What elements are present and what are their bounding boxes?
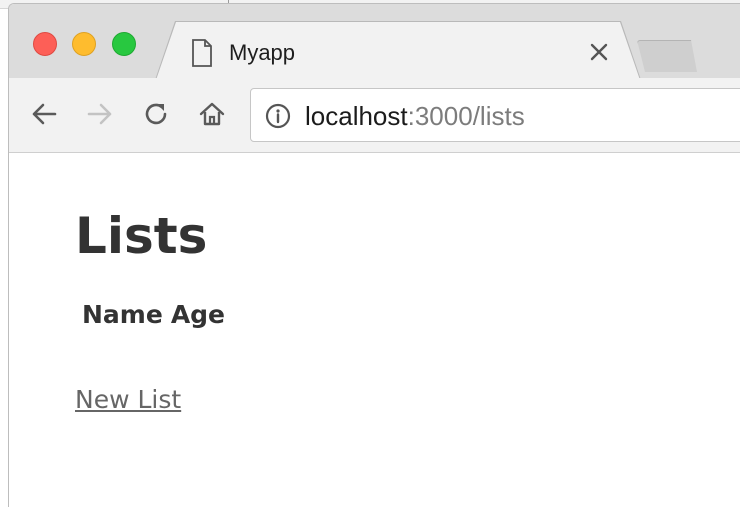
url-text[interactable]: localhost:3000/lists [305, 101, 525, 132]
close-window-button[interactable] [33, 32, 57, 56]
zoom-window-button[interactable] [112, 32, 136, 56]
reload-icon[interactable] [141, 99, 171, 129]
browser-window: Myapp localhost:3000/lists Lists Name Ag… [8, 3, 740, 507]
new-list-link[interactable]: New List [75, 385, 181, 414]
table-header: Name Age [82, 300, 233, 329]
minimize-window-button[interactable] [72, 32, 96, 56]
tab-title: Myapp [229, 40, 296, 65]
toolbar: localhost:3000/lists [9, 78, 740, 153]
forward-arrow-icon[interactable] [85, 99, 115, 129]
column-header-name: Name [82, 300, 163, 329]
home-icon[interactable] [197, 99, 227, 129]
url-path: :3000/lists [407, 101, 525, 131]
page-title: Lists [75, 207, 208, 265]
page-content: Lists Name Age New List [9, 153, 740, 507]
url-host: localhost [305, 101, 408, 131]
info-icon[interactable] [265, 103, 291, 129]
tab-strip: Myapp [9, 4, 740, 80]
document-icon [192, 39, 212, 67]
new-tab-button[interactable] [637, 40, 697, 72]
close-icon[interactable] [589, 42, 609, 62]
column-header-age: Age [170, 300, 226, 329]
address-bar[interactable]: localhost:3000/lists [250, 88, 740, 142]
back-arrow-icon[interactable] [29, 99, 59, 129]
